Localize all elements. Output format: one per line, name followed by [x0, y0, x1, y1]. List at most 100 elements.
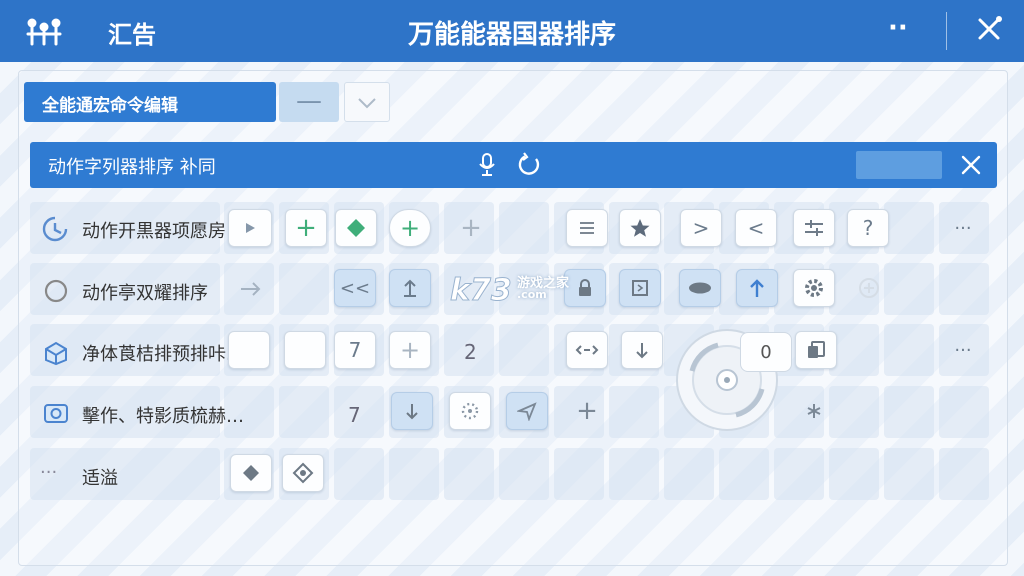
clear-sequence-button[interactable]: [960, 154, 982, 180]
favorite-button[interactable]: [619, 209, 661, 247]
grid-cell: [499, 324, 549, 376]
count-value-b: 2: [464, 340, 477, 364]
watermark-logo: k73: [448, 268, 518, 314]
adjust-button[interactable]: [793, 209, 835, 247]
close-button[interactable]: [974, 14, 1004, 50]
more-icon[interactable]: ···: [40, 462, 57, 483]
grid-cell: [829, 448, 879, 500]
count-value-a[interactable]: 7: [334, 331, 376, 369]
row-cell: [30, 448, 220, 500]
row3-empty-button-b[interactable]: [284, 331, 326, 369]
microphone-icon[interactable]: [477, 152, 497, 182]
grid-cell: [279, 386, 329, 438]
arrow-right-icon: [241, 282, 261, 296]
grid-cell: [444, 448, 494, 500]
rewind-button[interactable]: <<: [334, 269, 376, 307]
remove-macro-button[interactable]: —: [279, 82, 339, 122]
swap-button[interactable]: [566, 331, 608, 369]
close-icon: [961, 155, 981, 175]
grid-cell: [499, 202, 549, 254]
eye-button[interactable]: [679, 269, 721, 307]
menu-button[interactable]: ··: [888, 13, 908, 43]
plus-circle-icon: [859, 278, 879, 298]
title-bar: 汇告 万能能器国器排序 ··: [0, 0, 1024, 62]
add-step-button[interactable]: +: [450, 209, 492, 247]
row-label-4: 擊作、特影质梳赫…: [82, 406, 244, 427]
count-value-c: 7: [348, 403, 361, 427]
macro-dropdown-button[interactable]: [344, 82, 390, 122]
sequence-input[interactable]: [856, 151, 942, 179]
row-label-5: 适溢: [82, 468, 118, 489]
frame-button[interactable]: [619, 269, 661, 307]
row-label-3: 净体莨桔排预排咔.: [82, 344, 232, 365]
settings-button[interactable]: [793, 269, 835, 307]
close-icon: [978, 16, 1002, 40]
grid-cell: [829, 386, 879, 438]
grid-cell: [774, 448, 824, 500]
diamond-icon: [347, 219, 365, 237]
sequence-bar: 动作字列器排序 补同: [30, 142, 997, 188]
dial-value[interactable]: 0: [740, 332, 792, 372]
send-button[interactable]: [506, 392, 548, 430]
add-circle-faded-button[interactable]: [848, 269, 890, 307]
window-title: 万能能器国器排序: [407, 20, 616, 50]
diamond-gray-button[interactable]: [230, 454, 272, 492]
watermark-domain: .com: [517, 288, 547, 301]
copy-button[interactable]: [795, 331, 837, 369]
increment-button[interactable]: +: [389, 331, 431, 369]
grid-cell: [939, 448, 989, 500]
grid-cell: [939, 386, 989, 438]
loading-button[interactable]: [449, 392, 491, 430]
diamond-icon: [243, 465, 259, 481]
grid-cell: [884, 448, 934, 500]
copy-icon: [808, 341, 825, 358]
list-icon: [580, 222, 594, 234]
next-button[interactable]: >: [680, 209, 722, 247]
titlebar-divider: [946, 12, 947, 50]
grid-cell: [279, 263, 329, 315]
grid-cell: [554, 448, 604, 500]
grid-cell: [719, 448, 769, 500]
eye-icon: [689, 282, 711, 294]
down-button[interactable]: [391, 392, 433, 430]
move-down-button[interactable]: [621, 331, 663, 369]
grid-cell: [939, 263, 989, 315]
row3-more-button[interactable]: ···: [942, 331, 984, 369]
diamond-button[interactable]: [335, 209, 377, 247]
eye-diamond-icon: [292, 462, 314, 484]
add-step-row4-button[interactable]: +: [566, 392, 608, 430]
arrow-down-icon: [406, 404, 418, 420]
move-up-button[interactable]: [389, 269, 431, 307]
macro-select[interactable]: 全能通宏命令编辑: [24, 82, 276, 122]
help-button[interactable]: ?: [847, 209, 889, 247]
previous-button[interactable]: <: [735, 209, 777, 247]
camera-icon: [42, 400, 70, 430]
add-action-button[interactable]: +: [285, 209, 327, 247]
forward-button[interactable]: [230, 270, 272, 308]
gear-icon: [805, 279, 823, 297]
package-icon: [42, 338, 70, 370]
grid-cell: [609, 448, 659, 500]
more-options-button[interactable]: ···: [942, 209, 984, 247]
grid-cell: [884, 263, 934, 315]
upload-button[interactable]: [736, 269, 778, 307]
add-circle-button[interactable]: +: [389, 209, 431, 247]
list-button[interactable]: [566, 209, 608, 247]
arrow-up-icon: [750, 279, 764, 297]
sparkle-button[interactable]: [793, 392, 835, 430]
arrow-up-icon: [404, 279, 416, 297]
grid-cell: [884, 386, 934, 438]
arrow-down-icon: [636, 343, 648, 359]
lock-button[interactable]: [564, 269, 606, 307]
circle-icon: [43, 278, 69, 308]
grid-cell: [664, 448, 714, 500]
grid-cell: [884, 202, 934, 254]
row3-empty-button-a[interactable]: [228, 331, 270, 369]
grid-cell: [499, 448, 549, 500]
spinner-icon: [461, 402, 479, 420]
grid-cell: [389, 448, 439, 500]
row-label-2: 动作亭双耀排序: [82, 283, 208, 304]
play-arrow-button[interactable]: [228, 209, 272, 247]
refresh-icon[interactable]: [516, 152, 542, 182]
eye-diamond-button[interactable]: [282, 454, 324, 492]
